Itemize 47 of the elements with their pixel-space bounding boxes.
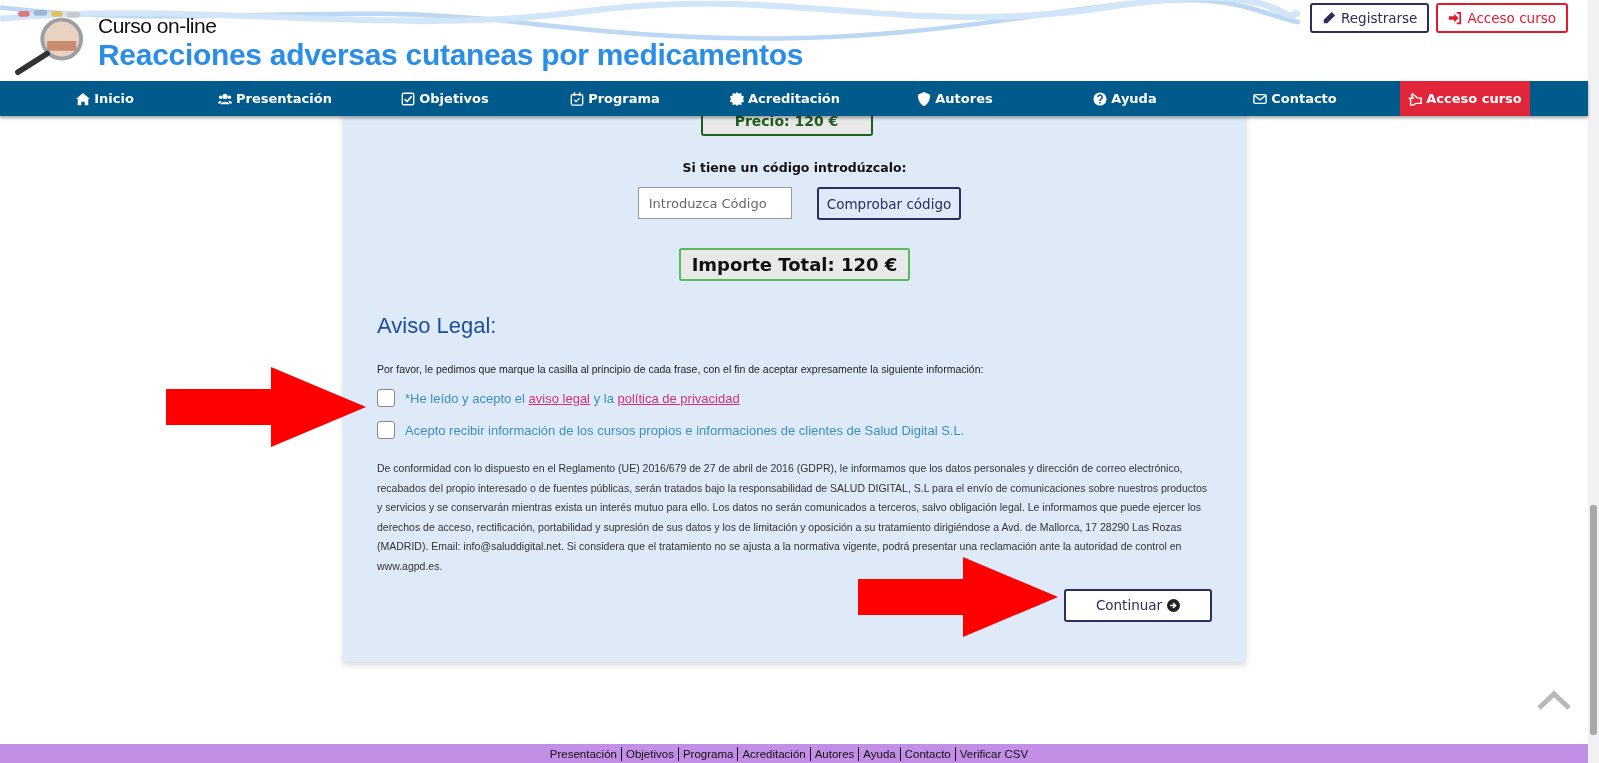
checkbox-icon: [401, 91, 416, 106]
question-icon: [1093, 91, 1108, 106]
chevron-up-icon[interactable]: [1536, 690, 1572, 710]
policy-link[interactable]: aviso legal: [528, 390, 590, 406]
footer-link[interactable]: Acreditación: [737, 746, 810, 761]
policy-link[interactable]: política de privacidad: [617, 390, 740, 406]
nav-link[interactable]: Acceso curso: [1400, 81, 1530, 116]
consent-checkbox[interactable]: [377, 421, 395, 439]
hand-pointer-icon: [1408, 91, 1423, 106]
footer-link[interactable]: Verificar CSV: [954, 746, 1033, 761]
calendar-icon: [570, 91, 585, 106]
course-subtitle: Curso on-line: [98, 13, 218, 39]
register-button[interactable]: Registrarse: [1310, 3, 1430, 33]
footer-link[interactable]: Ayuda: [858, 746, 900, 761]
home-icon: [76, 91, 91, 106]
pencil-icon: [1322, 11, 1336, 25]
nav-link[interactable]: Presentación: [210, 81, 340, 116]
code-prompt: Si tiene un código introdúzcalo:: [682, 160, 907, 175]
check-code-button[interactable]: Comprobar código: [816, 187, 962, 220]
nav-link[interactable]: Objetivos: [393, 81, 497, 116]
nav-link[interactable]: Contacto: [1245, 81, 1345, 116]
nav-link[interactable]: Inicio: [68, 81, 142, 116]
total-amount: Importe Total: 120 €: [678, 248, 911, 281]
shield-icon: [917, 91, 932, 106]
nav-link[interactable]: Autores: [909, 81, 1001, 116]
course-access-button[interactable]: Acceso curso: [1436, 3, 1568, 33]
sign-in-icon: [1448, 11, 1463, 25]
footer-link[interactable]: Contacto: [899, 746, 955, 761]
consent-checkbox[interactable]: [377, 389, 395, 407]
footer-link[interactable]: Autores: [809, 746, 859, 761]
consent-text: Acepto recibir información de los cursos propios e informaciones de clientes de Salud Digital S.L.: [405, 422, 965, 438]
privacy-notice: De conformidad con lo dispuesto en el Reglamento (UE) 2016/679 de 27 de abril de 2016 (GDPR), le informamos que los datos personales y dirección de correo electrónico, recabados del propio interesado o de fuentes públicas, serán tratados bajo la responsabilidad de SALUD DIGITAL, S.L para el envío de comunicaciones sobre nuestros productos y servicios y se conservarán mientras exista un interés mutuo para ello. Los datos no serán comunicados a terceros, salvo obligación legal. Le informamos que puede ejercer los derechos de acceso, rectificación, portabilidad y supresión de sus datos y los de limitación y oposición a su tratamiento dirigiéndose a Avd. de Mallorca, 17 28290 Las Rozas (MADRID). Email: info@saluddigital.net. Si considera que el tratamiento no se ajusta a la normativa vigente, podrá presentar una reclamación ante la autoridad de control en www.agpd.es.: [377, 461, 1208, 574]
users-icon: [218, 91, 233, 106]
footer-link[interactable]: Objetivos: [620, 746, 678, 761]
footer-link[interactable]: Programa: [677, 746, 738, 761]
nav-link[interactable]: Programa: [562, 81, 668, 116]
course-title: Reacciones adversas cutaneas por medicamentos: [98, 39, 804, 71]
continue-button[interactable]: Continuar: [1064, 588, 1212, 622]
legal-intro: Por favor, le pedimos que marque la casilla al principio de cada frase, con el fin de aceptar expresamente la siguiente información:: [377, 363, 985, 375]
nav-link[interactable]: Ayuda: [1085, 81, 1165, 116]
consent-text: *He leído y acepto el aviso legal y la política de privacidad: [405, 390, 740, 406]
arrow-circle-icon: [1167, 598, 1181, 612]
badge-icon: [729, 91, 744, 106]
envelope-icon: [1253, 91, 1268, 106]
footer-link[interactable]: Presentación: [545, 746, 621, 761]
legal-heading: Aviso Legal:: [377, 313, 498, 339]
code-input-field[interactable]: Introduzca Código: [637, 187, 792, 219]
